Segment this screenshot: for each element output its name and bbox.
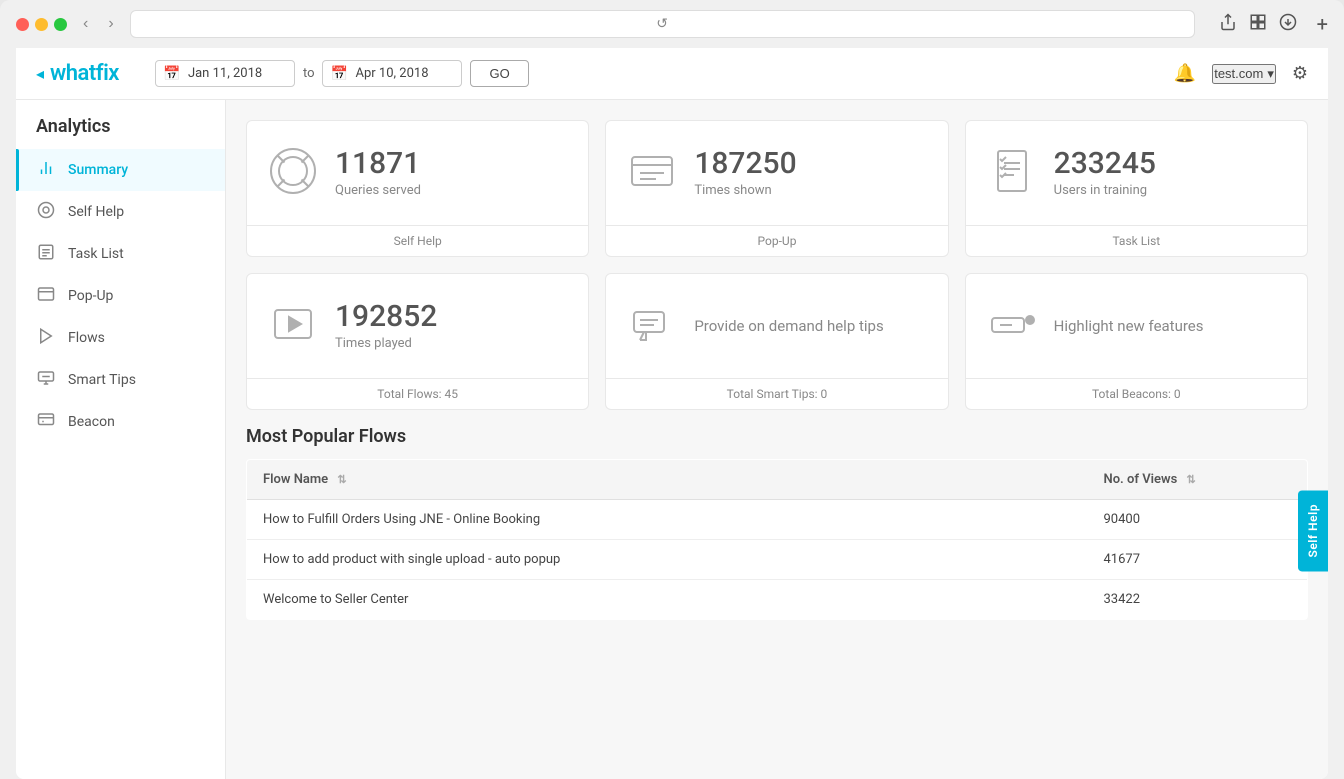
- table-row: Welcome to Seller Center 33422: [247, 580, 1308, 620]
- flows-icon: [36, 327, 56, 349]
- popup-number: 187250: [694, 149, 796, 179]
- smart-tips-footer: Total Smart Tips: 0: [606, 378, 947, 409]
- flows-table: Flow Name ⇅ No. of Views ⇅: [246, 459, 1308, 620]
- col-flow-name[interactable]: Flow Name ⇅: [247, 460, 1088, 500]
- download-icon[interactable]: [1279, 13, 1297, 36]
- beacons-footer: Total Beacons: 0: [966, 378, 1307, 409]
- popup-icon: [36, 285, 56, 307]
- url-bar[interactable]: ↺: [130, 10, 1195, 38]
- beacon-icon: [36, 411, 56, 433]
- flow-name-cell: How to add product with single upload - …: [247, 540, 1088, 580]
- section-title: Most Popular Flows: [246, 426, 1308, 447]
- popular-flows-section: Most Popular Flows Flow Name ⇅ No. of Vi…: [246, 426, 1308, 620]
- flow-name-cell: Welcome to Seller Center: [247, 580, 1088, 620]
- table-row: How to Fulfill Orders Using JNE - Online…: [247, 500, 1308, 540]
- maximize-button[interactable]: [54, 18, 67, 31]
- date-to-value: Apr 10, 2018: [355, 66, 428, 81]
- sidebar: Analytics Summary Self Help: [16, 100, 226, 779]
- self-help-card: 11871 Queries served Self Help: [246, 120, 589, 257]
- logo-text: whatfix: [50, 61, 119, 86]
- analytics-heading: Analytics: [16, 116, 225, 149]
- logo: ◂ whatfix: [36, 61, 119, 86]
- date-from-value: Jan 11, 2018: [188, 66, 262, 81]
- task-list-footer: Task List: [966, 225, 1307, 256]
- sidebar-item-label: Beacon: [68, 414, 115, 430]
- back-button[interactable]: ‹: [79, 13, 92, 35]
- smart-tips-text: Provide on demand help tips: [694, 317, 883, 335]
- self-help-label: Queries served: [335, 183, 421, 198]
- self-help-footer: Self Help: [247, 225, 588, 256]
- popup-label: Times shown: [694, 183, 796, 198]
- col-views[interactable]: No. of Views ⇅: [1088, 460, 1308, 500]
- sidebar-item-popup[interactable]: Pop-Up: [16, 275, 225, 317]
- account-menu[interactable]: test.com ▾: [1212, 64, 1276, 84]
- sort-icon-views: ⇅: [1187, 473, 1196, 486]
- task-list-icon: [36, 243, 56, 265]
- flows-label: Times played: [335, 336, 437, 351]
- go-button[interactable]: GO: [470, 60, 528, 87]
- sidebar-item-flows[interactable]: Flows: [16, 317, 225, 359]
- smart-tips-card: Provide on demand help tips Total Smart …: [605, 273, 948, 410]
- beacons-text: Highlight new features: [1054, 317, 1204, 335]
- flows-card: 192852 Times played Total Flows: 45: [246, 273, 589, 410]
- self-help-tab[interactable]: Self Help: [1298, 490, 1328, 571]
- account-name: test.com: [1214, 66, 1263, 81]
- minimize-button[interactable]: [35, 18, 48, 31]
- sidebar-item-label: Flows: [68, 330, 105, 346]
- forward-button[interactable]: ›: [104, 13, 117, 35]
- self-help-icon: [36, 201, 56, 223]
- close-button[interactable]: [16, 18, 29, 31]
- task-list-stat-icon: [986, 145, 1038, 201]
- views-cell: 90400: [1088, 500, 1308, 540]
- summary-icon: [36, 159, 56, 181]
- to-label: to: [303, 66, 315, 81]
- sidebar-item-beacon[interactable]: Beacon: [16, 401, 225, 443]
- popup-stat-icon: [626, 145, 678, 201]
- self-help-number: 11871: [335, 149, 421, 179]
- settings-icon[interactable]: ⚙: [1292, 63, 1308, 84]
- share-icon[interactable]: [1219, 13, 1237, 36]
- tab-icon[interactable]: [1249, 13, 1267, 36]
- popup-card: 187250 Times shown Pop-Up: [605, 120, 948, 257]
- stats-grid-bottom: 192852 Times played Total Flows: 45: [246, 273, 1308, 410]
- flows-stat-icon: [267, 298, 319, 354]
- logo-arrow-icon: ◂: [36, 64, 44, 83]
- sidebar-item-smart-tips[interactable]: Smart Tips: [16, 359, 225, 401]
- task-list-card: 233245 Users in training Task List: [965, 120, 1308, 257]
- sidebar-item-self-help[interactable]: Self Help: [16, 191, 225, 233]
- sidebar-item-label: Smart Tips: [68, 372, 136, 388]
- popup-footer: Pop-Up: [606, 225, 947, 256]
- sidebar-item-label: Self Help: [68, 204, 124, 220]
- notifications-icon[interactable]: 🔔: [1174, 63, 1196, 84]
- smart-tips-icon: [36, 369, 56, 391]
- views-cell: 41677: [1088, 540, 1308, 580]
- new-tab-button[interactable]: +: [1317, 12, 1328, 36]
- views-cell: 33422: [1088, 580, 1308, 620]
- task-list-label: Users in training: [1054, 183, 1156, 198]
- sidebar-item-label: Pop-Up: [68, 288, 113, 304]
- smart-tips-stat-icon: [626, 298, 678, 354]
- sidebar-item-label: Task List: [68, 246, 124, 262]
- sidebar-item-label: Summary: [68, 162, 128, 178]
- self-help-stat-icon: [267, 145, 319, 201]
- beacons-card: Highlight new features Total Beacons: 0: [965, 273, 1308, 410]
- sort-icon-flow-name: ⇅: [337, 473, 346, 486]
- beacons-stat-icon: [986, 298, 1038, 354]
- flows-footer: Total Flows: 45: [247, 378, 588, 409]
- from-calendar-icon: 📅: [163, 66, 180, 82]
- account-chevron-icon: ▾: [1267, 66, 1274, 82]
- sidebar-item-summary[interactable]: Summary: [16, 149, 225, 191]
- sidebar-item-task-list[interactable]: Task List: [16, 233, 225, 275]
- task-list-number: 233245: [1054, 149, 1156, 179]
- table-row: How to add product with single upload - …: [247, 540, 1308, 580]
- self-help-tab-label: Self Help: [1306, 504, 1320, 557]
- refresh-icon: ↺: [656, 16, 668, 32]
- flows-number: 192852: [335, 302, 437, 332]
- to-calendar-icon: 📅: [330, 66, 347, 82]
- flow-name-cell: How to Fulfill Orders Using JNE - Online…: [247, 500, 1088, 540]
- stats-grid-top: 11871 Queries served Self Help: [246, 120, 1308, 257]
- content-area: 11871 Queries served Self Help: [226, 100, 1328, 779]
